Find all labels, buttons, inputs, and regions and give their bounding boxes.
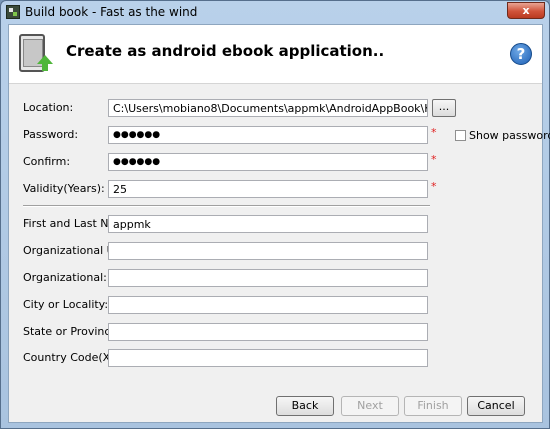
confirm-input[interactable]: ●●●●●●	[108, 153, 428, 171]
location-input[interactable]: C:\Users\mobiano8\Documents\appmk\Androi…	[108, 99, 428, 117]
password-input[interactable]: ●●●●●●	[108, 126, 428, 144]
city-input[interactable]	[108, 296, 428, 314]
page-title: Create as android ebook application..	[66, 42, 385, 60]
green-arrow-stem	[42, 63, 48, 71]
wizard-header: Create as android ebook application.. ?	[9, 25, 542, 84]
confirm-label: Confirm:	[23, 155, 71, 168]
name-input[interactable]: appmk	[108, 215, 428, 233]
dialog-body: Create as android ebook application.. ? …	[8, 24, 550, 423]
organizational-label: Organizational:	[23, 271, 107, 284]
password-row: Password: ●●●●●● * Show password	[9, 126, 550, 144]
org-unit-input[interactable]	[108, 242, 428, 260]
window-title: Build book - Fast as the wind	[25, 5, 198, 19]
country-input[interactable]	[108, 349, 428, 367]
required-marker: *	[431, 153, 437, 166]
state-label: State or Province:	[23, 325, 121, 338]
state-input[interactable]	[108, 323, 428, 341]
required-marker: *	[431, 126, 437, 139]
next-button[interactable]: Next	[341, 396, 399, 416]
checkbox-icon[interactable]	[455, 130, 466, 141]
location-label: Location:	[23, 101, 74, 114]
validity-label: Validity(Years):	[23, 182, 105, 195]
back-button[interactable]: Back	[276, 396, 334, 416]
show-password-label: Show password	[469, 129, 550, 142]
title-bar: Build book - Fast as the wind x	[1, 1, 549, 23]
required-marker: *	[431, 180, 437, 193]
help-icon[interactable]: ?	[510, 43, 532, 65]
show-password-checkbox[interactable]: Show password	[455, 129, 550, 142]
password-label: Password:	[23, 128, 79, 141]
divider	[23, 205, 430, 207]
finish-button[interactable]: Finish	[404, 396, 462, 416]
city-label: City or Locality:	[23, 298, 109, 311]
cancel-button[interactable]: Cancel	[467, 396, 525, 416]
app-icon	[6, 5, 20, 19]
close-button[interactable]: x	[507, 2, 545, 19]
app-window: Build book - Fast as the wind x Create a…	[0, 0, 550, 429]
organizational-input[interactable]	[108, 269, 428, 287]
browse-button[interactable]: ...	[432, 99, 456, 117]
validity-input[interactable]: 25	[108, 180, 428, 198]
